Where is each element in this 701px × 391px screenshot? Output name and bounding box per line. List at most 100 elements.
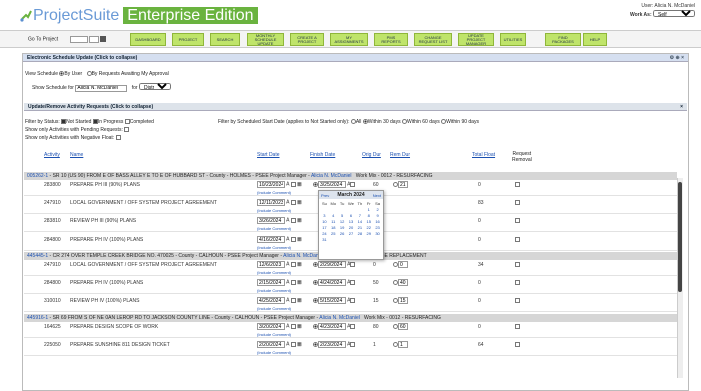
start-date-input[interactable] bbox=[257, 236, 285, 243]
actual-finish-checkbox[interactable] bbox=[350, 297, 356, 303]
cal-day[interactable]: 29 bbox=[364, 231, 373, 236]
actual-checkbox[interactable] bbox=[290, 323, 296, 329]
cal-day[interactable]: 11 bbox=[329, 219, 338, 224]
calendar-icon[interactable]: ▦ bbox=[297, 280, 302, 286]
cal-prev-button[interactable]: Prev bbox=[321, 193, 329, 198]
include-comment-link[interactable]: (Include Comment) bbox=[257, 190, 291, 195]
goto-project-input-2[interactable] bbox=[88, 36, 99, 43]
cal-day[interactable]: 8 bbox=[364, 213, 373, 218]
cal-day[interactable]: 28 bbox=[355, 231, 364, 236]
request-removal-checkbox[interactable] bbox=[515, 182, 520, 188]
cal-day[interactable]: 10 bbox=[320, 219, 329, 224]
col-total-float[interactable]: Total Float bbox=[472, 152, 495, 158]
project-id-link[interactable]: 445445-1 bbox=[27, 253, 48, 259]
panel-header[interactable]: Electronic Schedule Update (Click to col… bbox=[23, 54, 688, 62]
actual-finish-checkbox[interactable] bbox=[350, 261, 356, 267]
cal-day[interactable]: 22 bbox=[364, 225, 373, 230]
start-date-input[interactable] bbox=[257, 199, 285, 206]
cal-day[interactable]: 25 bbox=[329, 231, 338, 236]
nav-change-request-list[interactable]: CHANGE REQUEST LIST bbox=[414, 33, 452, 46]
cal-day[interactable]: 3 bbox=[320, 213, 329, 218]
rem-dur-input[interactable] bbox=[398, 279, 408, 286]
cal-day[interactable]: 17 bbox=[320, 225, 329, 230]
start-date-input[interactable] bbox=[257, 323, 285, 330]
cal-day[interactable]: 24 bbox=[320, 231, 329, 236]
actual-checkbox[interactable] bbox=[290, 217, 296, 223]
start-date-input[interactable] bbox=[257, 261, 285, 268]
nav-create-a-project[interactable]: CREATE A PROJECT bbox=[290, 33, 324, 46]
cal-day[interactable]: 2 bbox=[373, 207, 382, 212]
request-removal-checkbox[interactable] bbox=[515, 262, 520, 268]
include-comment-link[interactable]: (Include Comment) bbox=[257, 306, 291, 311]
calendar-icon[interactable]: ▦ bbox=[297, 262, 302, 268]
actual-checkbox[interactable] bbox=[290, 297, 296, 303]
start-date-input[interactable] bbox=[257, 297, 285, 304]
nav-monthly-schedule-update[interactable]: MONTHLY SCHEDULE UPDATE bbox=[247, 33, 284, 46]
cal-day[interactable]: 30 bbox=[373, 231, 382, 236]
cal-next-button[interactable]: Next bbox=[373, 193, 381, 198]
col-finish-date[interactable]: Finish Date bbox=[310, 152, 335, 158]
cal-day[interactable] bbox=[338, 207, 347, 212]
include-comment-link[interactable]: (Include Comment) bbox=[257, 226, 291, 231]
col-activity[interactable]: Activity bbox=[44, 152, 60, 158]
cal-day[interactable]: 21 bbox=[355, 225, 364, 230]
work-as-select[interactable]: Self bbox=[653, 10, 695, 17]
actual-finish-checkbox[interactable] bbox=[350, 181, 356, 187]
rem-dur-input[interactable] bbox=[398, 297, 408, 304]
actual-finish-checkbox[interactable] bbox=[350, 279, 356, 285]
actual-finish-checkbox[interactable] bbox=[350, 341, 356, 347]
project-id-link[interactable]: 005262-1 bbox=[27, 173, 48, 179]
finish-date-input[interactable] bbox=[318, 279, 346, 286]
rem-dur-input[interactable] bbox=[398, 341, 408, 348]
section-header[interactable]: Update/Remove Activity Requests (Click t… bbox=[24, 103, 687, 111]
nav-help[interactable]: HELP bbox=[583, 33, 607, 46]
include-comment-link[interactable]: (Include Comment) bbox=[257, 288, 291, 293]
request-removal-checkbox[interactable] bbox=[515, 324, 520, 330]
include-comment-link[interactable]: (Include Comment) bbox=[257, 245, 291, 250]
cal-day[interactable]: 9 bbox=[373, 213, 382, 218]
calendar-icon[interactable]: ▦ bbox=[297, 324, 302, 330]
cal-day[interactable]: 7 bbox=[355, 213, 364, 218]
request-removal-checkbox[interactable] bbox=[515, 298, 520, 304]
cal-day[interactable] bbox=[347, 207, 356, 212]
include-comment-link[interactable]: (Include Comment) bbox=[257, 350, 291, 355]
start-date-input[interactable] bbox=[257, 217, 285, 224]
col-rem-dur[interactable]: Rem Dur bbox=[390, 152, 410, 158]
district-select[interactable]: District 3 bbox=[139, 83, 171, 90]
nav-dashboard[interactable]: DASHBOARD bbox=[130, 33, 166, 46]
start-date-input[interactable] bbox=[257, 341, 285, 348]
cal-day[interactable]: 13 bbox=[347, 219, 356, 224]
actual-checkbox[interactable] bbox=[290, 236, 296, 242]
calendar-icon[interactable]: ▦ bbox=[297, 237, 302, 243]
request-removal-checkbox[interactable] bbox=[515, 237, 520, 243]
col-name[interactable]: Name bbox=[70, 152, 83, 158]
request-removal-checkbox[interactable] bbox=[515, 280, 520, 286]
scrollbar-thumb[interactable] bbox=[678, 182, 682, 292]
cal-day[interactable]: 16 bbox=[373, 219, 382, 224]
rem-dur-input[interactable] bbox=[398, 323, 408, 330]
start-date-input[interactable] bbox=[257, 181, 285, 188]
actual-checkbox[interactable] bbox=[290, 279, 296, 285]
cal-day[interactable]: 15 bbox=[364, 219, 373, 224]
cal-day[interactable] bbox=[355, 207, 364, 212]
cal-day[interactable]: 12 bbox=[338, 219, 347, 224]
cal-day[interactable]: 31 bbox=[320, 237, 329, 242]
request-removal-checkbox[interactable] bbox=[515, 200, 520, 206]
include-comment-link[interactable]: (Include Comment) bbox=[257, 208, 291, 213]
cal-day[interactable]: 1 bbox=[364, 207, 373, 212]
cal-day[interactable]: 23 bbox=[373, 225, 382, 230]
finish-date-input[interactable] bbox=[318, 181, 346, 188]
rem-dur-input[interactable] bbox=[398, 261, 408, 268]
nav-pms-reports[interactable]: PMS REPORTS bbox=[374, 33, 408, 46]
goto-project-input[interactable] bbox=[69, 36, 88, 43]
project-id-link[interactable]: 445916-1 bbox=[27, 315, 48, 321]
nav-find-packages[interactable]: FIND PACKAGES bbox=[545, 33, 581, 46]
include-comment-link[interactable]: (Include Comment) bbox=[257, 332, 291, 337]
actual-finish-checkbox[interactable] bbox=[350, 323, 356, 329]
finish-date-input[interactable] bbox=[318, 323, 346, 330]
finish-date-input[interactable] bbox=[318, 341, 346, 348]
calendar-icon[interactable]: ▦ bbox=[297, 298, 302, 304]
nav-utilities[interactable]: UTILITIES bbox=[500, 33, 526, 46]
request-removal-checkbox[interactable] bbox=[515, 218, 520, 224]
finish-date-input[interactable] bbox=[318, 297, 346, 304]
